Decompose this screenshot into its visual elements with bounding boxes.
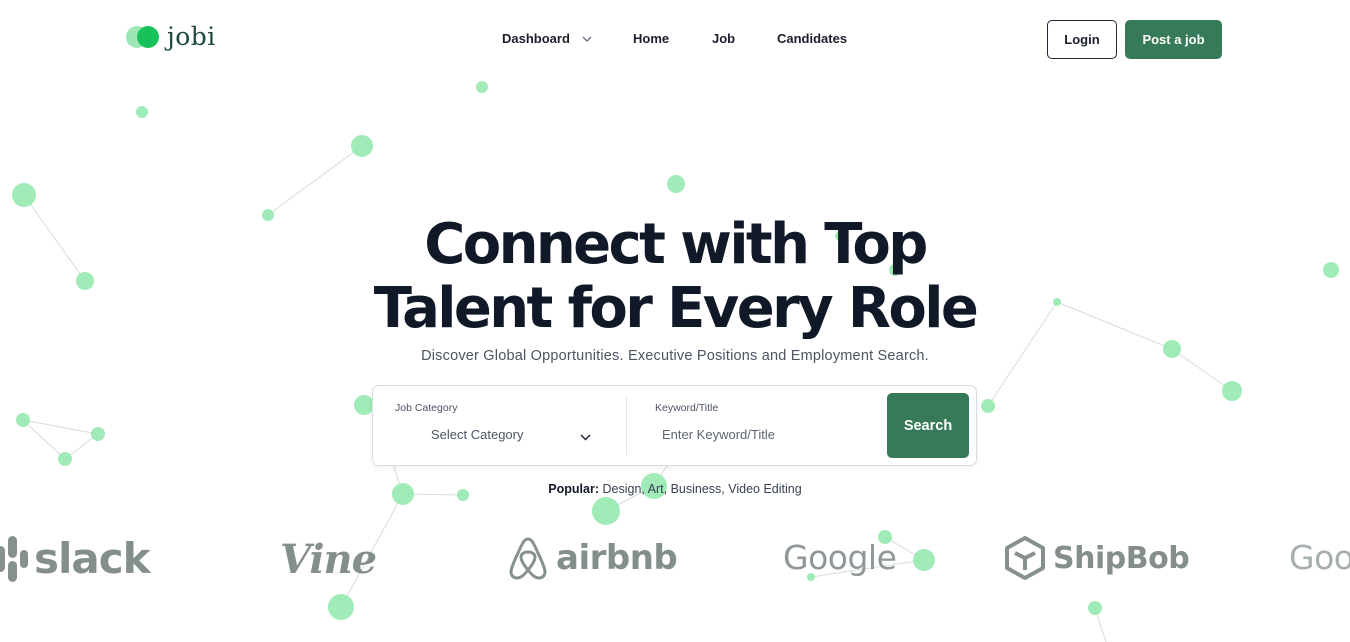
search-button[interactable]: Search [887,393,969,458]
particle [1088,601,1102,615]
particle [1323,262,1339,278]
category-select-value: Select Category [431,427,524,442]
partner-logos-strip: slack Vine airbnb Google ShipBob Goo [0,520,1350,600]
nav-item-job[interactable]: Job [712,31,735,46]
particle [667,175,685,193]
particle [1163,340,1181,358]
partner-logo-text: Google [783,538,897,577]
partner-logo-text: airbnb [556,538,678,578]
particle [889,264,901,276]
particle [351,135,373,157]
slack-icon [0,535,28,582]
particle [1053,298,1061,306]
popular-label: Popular: [548,482,599,496]
nav-item-dashboard[interactable]: Dashboard [502,31,592,47]
keyword-label: Keyword/Title [655,402,719,414]
particle [12,183,36,207]
nav-item-label: Candidates [777,31,848,46]
partner-logo-airbnb: airbnb [508,536,678,580]
partner-logo-shipbob: ShipBob [1005,536,1190,580]
particle [16,413,30,427]
nav-item-label: Job [712,31,736,46]
particle-link [987,301,1058,407]
partner-logo-text: ShipBob [1053,540,1190,576]
particle [981,399,995,413]
particle [354,395,374,415]
chevron-down-icon [582,30,592,45]
partner-logo-text: Goo [1289,538,1350,577]
field-divider [626,397,627,455]
partner-logo-text: slack [34,534,151,583]
particle [76,272,94,290]
keyword-input[interactable] [655,423,855,445]
nav-item-label: Home [633,31,670,46]
category-select[interactable]: Select Category [395,424,593,446]
login-button[interactable]: Login [1047,20,1117,59]
particle-link [267,145,363,216]
particle-link [1171,348,1233,392]
nav-item-label: Dashboard [502,31,570,46]
chevron-down-icon [580,429,591,444]
particle [91,427,105,441]
particle [476,81,488,93]
popular-items[interactable]: Design, Art, Business, Video Editing [602,482,801,496]
particle [262,209,274,221]
nav-item-candidates[interactable]: Candidates [777,31,847,46]
particle [58,452,72,466]
shipbob-icon [1005,536,1045,580]
partner-logo-slack: slack [0,534,151,583]
category-label: Job Category [395,402,458,414]
partner-logo-google-partial: Goo [1289,538,1350,577]
post-job-button[interactable]: Post a job [1125,20,1222,59]
partner-logo-google: Google [783,538,897,577]
partner-logo-text: Vine [280,536,377,583]
airbnb-icon [509,537,547,580]
job-search-form: Job Category Select Category Keyword/Tit… [372,385,977,466]
particle-link [22,419,99,435]
particle [835,231,845,241]
particle [1222,381,1242,401]
top-navbar: jobi Dashboard Home Job Candidates Login… [0,0,1350,78]
popular-searches: Popular: Design, Art, Business, Video Ed… [0,482,1350,496]
partner-logo-vine: Vine [280,536,377,583]
nav-item-home[interactable]: Home [633,31,669,46]
particle [136,106,148,118]
particle-link [23,194,86,282]
particle-link [1056,301,1173,350]
particle-link [22,419,66,460]
